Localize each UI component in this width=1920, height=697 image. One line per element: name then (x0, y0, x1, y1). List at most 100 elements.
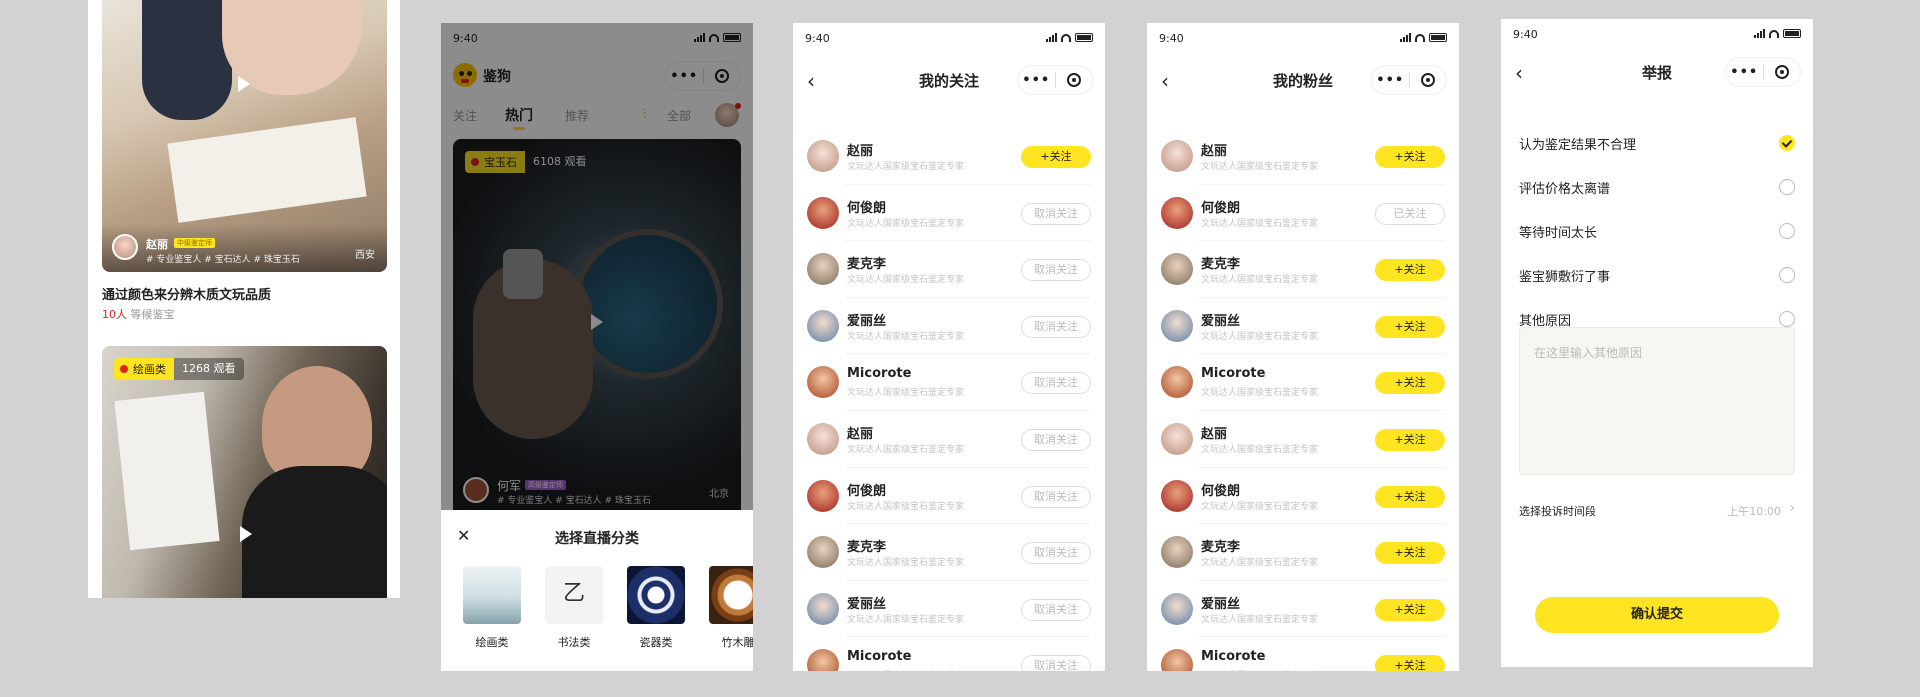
list-item[interactable]: 麦克李 文玩达人国家级宝石鉴定专家 取消关注 (793, 241, 1105, 298)
reason-option[interactable]: 评估价格太离谱 (1519, 165, 1795, 209)
more-icon[interactable]: ••• (1018, 73, 1055, 88)
avatar[interactable] (807, 196, 839, 229)
follow-button[interactable]: 取消关注 (1021, 542, 1091, 565)
list-item[interactable]: 麦克李 文玩达人国家级宝石鉴定专家 +关注 (1147, 524, 1459, 581)
radio-icon[interactable] (1779, 223, 1795, 239)
follow-button[interactable]: +关注 (1375, 598, 1445, 621)
more-icon[interactable]: ••• (1372, 73, 1409, 88)
list-item[interactable]: 赵丽 文玩达人国家级宝石鉴定专家 +关注 (793, 128, 1105, 185)
reason-label: 鉴宝狮敷衍了事 (1519, 270, 1611, 285)
play-icon[interactable] (240, 526, 252, 542)
dim-overlay[interactable] (441, 23, 753, 510)
follow-button[interactable]: +关注 (1375, 146, 1445, 168)
play-icon[interactable] (238, 76, 250, 92)
avatar[interactable] (807, 309, 839, 342)
avatar[interactable] (1161, 422, 1193, 455)
reason-option[interactable]: 认为鉴定结果不合理 (1519, 121, 1795, 165)
follow-button[interactable]: +关注 (1375, 485, 1445, 508)
feed-screen: 赵丽 中级鉴定师 # 专业鉴宝人 # 宝石达人 # 珠宝玉石 西安 通过颜色来分… (88, 0, 400, 598)
radio-icon[interactable] (1779, 135, 1795, 151)
follow-button[interactable]: +关注 (1375, 428, 1445, 451)
follow-button[interactable]: +关注 (1021, 146, 1091, 168)
list-item[interactable]: 赵丽 文玩达人国家级宝石鉴定专家 +关注 (1147, 411, 1459, 468)
list-item[interactable]: 爱丽丝 文玩达人国家级宝石鉴定专家 +关注 (1147, 581, 1459, 638)
video-card[interactable]: 绘画类 1268 观看 (102, 346, 387, 598)
wait-info: 10人 等候鉴宝 (102, 306, 175, 322)
follow-button[interactable]: +关注 (1375, 655, 1445, 671)
avatar[interactable] (1161, 140, 1193, 172)
card-title[interactable]: 通过颜色来分辨木质文玩品质 (102, 284, 271, 303)
more-icon[interactable]: ••• (1726, 65, 1763, 80)
category-item[interactable] (709, 566, 753, 624)
avatar[interactable] (807, 479, 839, 512)
avatar[interactable] (1161, 592, 1193, 625)
avatar[interactable] (112, 234, 138, 260)
avatar[interactable] (1161, 366, 1193, 399)
avatar[interactable] (1161, 536, 1193, 569)
mini-capsule[interactable]: ••• (1017, 65, 1093, 95)
wait-text: 等候鉴宝 (130, 308, 175, 321)
follow-button[interactable]: 取消关注 (1021, 372, 1091, 395)
follow-button[interactable]: +关注 (1375, 542, 1445, 565)
list-item[interactable]: 爱丽丝 文玩达人国家级宝石鉴定专家 取消关注 (793, 298, 1105, 355)
list-item[interactable]: 爱丽丝 文玩达人国家级宝石鉴定专家 +关注 (1147, 298, 1459, 355)
close-mini-icon[interactable] (1763, 65, 1800, 79)
follow-button[interactable]: 取消关注 (1021, 259, 1091, 282)
avatar[interactable] (1161, 253, 1193, 286)
chevron-right-icon: › (1789, 500, 1795, 516)
follow-button[interactable]: +关注 (1375, 259, 1445, 282)
follow-button[interactable]: 取消关注 (1021, 485, 1091, 508)
avatar[interactable] (1161, 196, 1193, 229)
list-item[interactable]: 何俊朗 文玩达人国家级宝石鉴定专家 取消关注 (793, 185, 1105, 242)
reason-option[interactable]: 鉴宝狮敷衍了事 (1519, 253, 1795, 297)
list-item[interactable]: 赵丽 文玩达人国家级宝石鉴定专家 取消关注 (793, 411, 1105, 468)
list-item[interactable]: Micorote 文玩达人国家级宝石鉴定专家 取消关注 (793, 354, 1105, 411)
reason-textarea[interactable]: 在这里输入其他原因 (1519, 327, 1795, 475)
follow-button[interactable]: 取消关注 (1021, 428, 1091, 451)
avatar[interactable] (1161, 479, 1193, 512)
avatar[interactable] (807, 422, 839, 455)
video-card[interactable]: 赵丽 中级鉴定师 # 专业鉴宝人 # 宝石达人 # 珠宝玉石 西安 (102, 0, 387, 272)
user-name: Micorote (1201, 366, 1266, 382)
radio-icon[interactable] (1779, 267, 1795, 283)
status-time: 9:40 (805, 32, 830, 45)
list-item[interactable]: 麦克李 文玩达人国家级宝石鉴定专家 取消关注 (793, 524, 1105, 581)
list-item[interactable]: Micorote 文玩达人国家级宝石鉴定专家 +关注 (1147, 637, 1459, 671)
avatar[interactable] (1161, 309, 1193, 342)
radio-icon[interactable] (1779, 179, 1795, 195)
avatar[interactable] (807, 140, 839, 172)
avatar[interactable] (807, 366, 839, 399)
follow-button[interactable]: 取消关注 (1021, 315, 1091, 338)
follow-button[interactable]: 取消关注 (1021, 655, 1091, 671)
list-item[interactable]: Micorote 文玩达人国家级宝石鉴定专家 取消关注 (793, 637, 1105, 671)
avatar[interactable] (807, 536, 839, 569)
mini-capsule[interactable]: ••• (1371, 65, 1447, 95)
list-item[interactable]: 何俊朗 文玩达人国家级宝石鉴定专家 取消关注 (793, 468, 1105, 525)
list-item[interactable]: Micorote 文玩达人国家级宝石鉴定专家 +关注 (1147, 354, 1459, 411)
category-item[interactable]: 乙 (545, 566, 603, 624)
list-item[interactable]: 何俊朗 文玩达人国家级宝石鉴定专家 已关注 (1147, 185, 1459, 242)
list-item[interactable]: 麦克李 文玩达人国家级宝石鉴定专家 +关注 (1147, 241, 1459, 298)
follow-button[interactable]: 取消关注 (1021, 202, 1091, 225)
reason-option[interactable]: 等待时间太长 (1519, 209, 1795, 253)
category-item[interactable] (463, 566, 521, 624)
follow-button[interactable]: 已关注 (1375, 202, 1445, 225)
follow-button[interactable]: +关注 (1375, 315, 1445, 338)
avatar[interactable] (807, 592, 839, 625)
close-mini-icon[interactable] (1055, 73, 1092, 87)
avatar[interactable] (1161, 649, 1193, 671)
list-item[interactable]: 赵丽 文玩达人国家级宝石鉴定专家 +关注 (1147, 128, 1459, 185)
avatar[interactable] (807, 253, 839, 286)
category-item[interactable] (627, 566, 685, 624)
mini-capsule[interactable]: ••• (1725, 57, 1801, 87)
close-mini-icon[interactable] (1409, 73, 1446, 87)
list-item[interactable]: 爱丽丝 文玩达人国家级宝石鉴定专家 取消关注 (793, 581, 1105, 638)
radio-icon[interactable] (1779, 311, 1795, 327)
follow-button[interactable]: 取消关注 (1021, 598, 1091, 621)
avatar[interactable] (807, 649, 839, 671)
time-picker-row[interactable]: 选择投诉时间段 上午10:00 › (1519, 499, 1795, 523)
follow-button[interactable]: +关注 (1375, 372, 1445, 395)
list-item[interactable]: 何俊朗 文玩达人国家级宝石鉴定专家 +关注 (1147, 468, 1459, 525)
user-desc: 文玩达人国家级宝石鉴定专家 (847, 388, 965, 399)
submit-button[interactable]: 确认提交 (1535, 597, 1779, 633)
